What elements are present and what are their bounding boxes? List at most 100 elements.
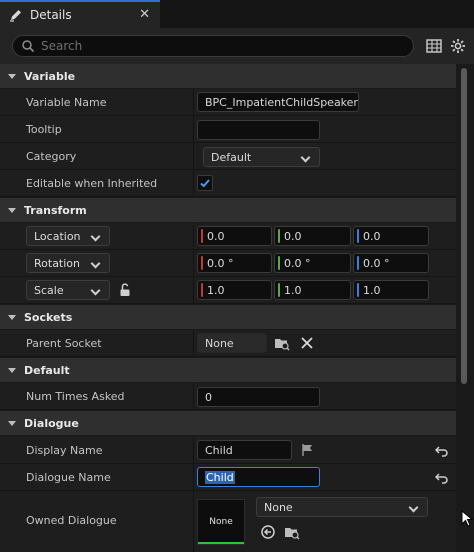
- scale-dropdown[interactable]: Scale: [26, 280, 110, 300]
- mouse-cursor-icon: [461, 509, 474, 531]
- property-label: Num Times Asked: [26, 390, 125, 403]
- column-divider: [193, 330, 194, 356]
- chevron-down-icon: [90, 231, 101, 242]
- asset-thumbnail[interactable]: None: [197, 499, 245, 545]
- location-x-input[interactable]: 0.0: [197, 226, 272, 246]
- row-rotation: Rotation 0.0 ° 0.0 ° 0.0 °: [0, 250, 456, 277]
- chevron-down-icon: [408, 502, 419, 513]
- row-scale: Scale 1.0 1.0 1.0: [0, 277, 456, 304]
- vector-value: 0.0: [207, 229, 225, 243]
- owned-dialogue-dropdown[interactable]: None: [256, 497, 428, 517]
- scrollbar-thumb[interactable]: [461, 68, 467, 384]
- search-input[interactable]: [41, 39, 381, 53]
- section-dialogue[interactable]: Dialogue: [0, 411, 456, 435]
- section-default[interactable]: Default: [0, 358, 456, 382]
- section-sockets[interactable]: Sockets: [0, 305, 456, 329]
- variable-name-input[interactable]: BPC_ImpatientChildSpeaker: [197, 92, 359, 112]
- gear-icon[interactable]: [449, 37, 467, 55]
- pencil-icon: [8, 7, 24, 23]
- category-value: Default: [211, 150, 252, 164]
- asset-status-bar: [198, 542, 244, 544]
- column-divider: [193, 170, 194, 196]
- location-y-input[interactable]: 0.0: [274, 226, 351, 246]
- row-dialogue-name: Dialogue Name Child: [0, 464, 456, 491]
- search-box[interactable]: [12, 35, 414, 57]
- owned-dialogue-value: None: [264, 500, 293, 514]
- column-divider: [193, 250, 194, 276]
- reset-to-default-icon[interactable]: [433, 469, 451, 487]
- column-divider: [193, 223, 194, 249]
- vector-value: 0.0 °: [284, 256, 311, 270]
- vector-value: 1.0: [207, 283, 225, 297]
- checkmark-icon: [200, 179, 210, 188]
- property-label: Dialogue Name: [26, 471, 111, 484]
- rotation-y-input[interactable]: 0.0 °: [274, 253, 351, 273]
- column-divider: [193, 464, 194, 490]
- column-divider: [193, 491, 194, 552]
- row-display-name: Display Name Child: [0, 437, 456, 464]
- chevron-down-icon: [90, 285, 101, 296]
- location-label: Location: [34, 229, 81, 243]
- dialogue-name-input[interactable]: Child: [197, 467, 320, 487]
- reset-to-default-icon[interactable]: [433, 442, 451, 460]
- vector-value: 0.0 °: [363, 256, 390, 270]
- vector-value: 0.0 °: [207, 256, 234, 270]
- use-selected-icon[interactable]: [259, 523, 277, 541]
- browse-folder-icon[interactable]: [283, 523, 301, 541]
- rotation-dropdown[interactable]: Rotation: [26, 253, 110, 273]
- unlock-icon[interactable]: [116, 281, 134, 299]
- property-label: Owned Dialogue: [26, 514, 117, 527]
- parent-socket-value[interactable]: None: [197, 333, 267, 353]
- clear-icon[interactable]: [298, 334, 316, 352]
- tooltip-input[interactable]: [197, 120, 320, 140]
- browse-folder-icon[interactable]: [273, 334, 291, 352]
- row-owned-dialogue: Owned Dialogue None None: [0, 491, 456, 552]
- tab-title: Details: [30, 8, 72, 22]
- row-num-times-asked: Num Times Asked 0: [0, 383, 456, 410]
- scale-label: Scale: [34, 283, 64, 297]
- tab-bar: Details ✕: [0, 0, 474, 28]
- column-divider: [193, 116, 194, 142]
- property-label: Parent Socket: [26, 337, 102, 350]
- collapse-arrow-icon: [8, 314, 16, 320]
- property-label: Category: [26, 150, 77, 163]
- row-variable-name: Variable Name BPC_ImpatientChildSpeaker: [0, 89, 456, 116]
- vertical-scrollbar[interactable]: [456, 64, 474, 552]
- selected-text: Child: [205, 470, 235, 484]
- chevron-down-icon: [300, 152, 311, 163]
- column-divider: [193, 383, 194, 409]
- scale-x-input[interactable]: 1.0: [197, 280, 272, 300]
- column-divider: [193, 277, 194, 303]
- category-dropdown[interactable]: Default: [203, 147, 320, 167]
- vector-value: 0.0: [284, 229, 302, 243]
- details-panel: Variable Variable Name BPC_ImpatientChil…: [0, 64, 456, 552]
- section-label: Dialogue: [24, 416, 79, 430]
- location-dropdown[interactable]: Location: [26, 226, 110, 246]
- editable-checkbox[interactable]: [197, 175, 213, 191]
- row-category: Category Default: [0, 143, 456, 170]
- property-label: Tooltip: [26, 123, 62, 136]
- collapse-arrow-icon: [8, 367, 16, 373]
- section-variable[interactable]: Variable: [0, 64, 456, 88]
- section-label: Transform: [24, 203, 87, 217]
- row-tooltip: Tooltip: [0, 116, 456, 143]
- section-label: Default: [24, 363, 70, 377]
- location-z-input[interactable]: 0.0: [353, 226, 429, 246]
- collapse-arrow-icon: [8, 73, 16, 79]
- scale-y-input[interactable]: 1.0: [274, 280, 351, 300]
- num-times-asked-input[interactable]: 0: [197, 387, 320, 407]
- chevron-down-icon: [90, 258, 101, 269]
- table-icon[interactable]: [425, 37, 443, 55]
- rotation-x-input[interactable]: 0.0 °: [197, 253, 272, 273]
- close-icon[interactable]: ✕: [139, 7, 150, 22]
- thumbnail-label: None: [209, 517, 233, 527]
- rotation-z-input[interactable]: 0.0 °: [353, 253, 429, 273]
- flag-icon[interactable]: [298, 441, 316, 459]
- collapse-arrow-icon: [8, 420, 16, 426]
- tab-details[interactable]: Details ✕: [0, 0, 160, 28]
- collapse-arrow-icon: [8, 207, 16, 213]
- column-divider: [193, 437, 194, 463]
- scale-z-input[interactable]: 1.0: [353, 280, 429, 300]
- display-name-input[interactable]: Child: [197, 440, 292, 460]
- section-transform[interactable]: Transform: [0, 198, 456, 222]
